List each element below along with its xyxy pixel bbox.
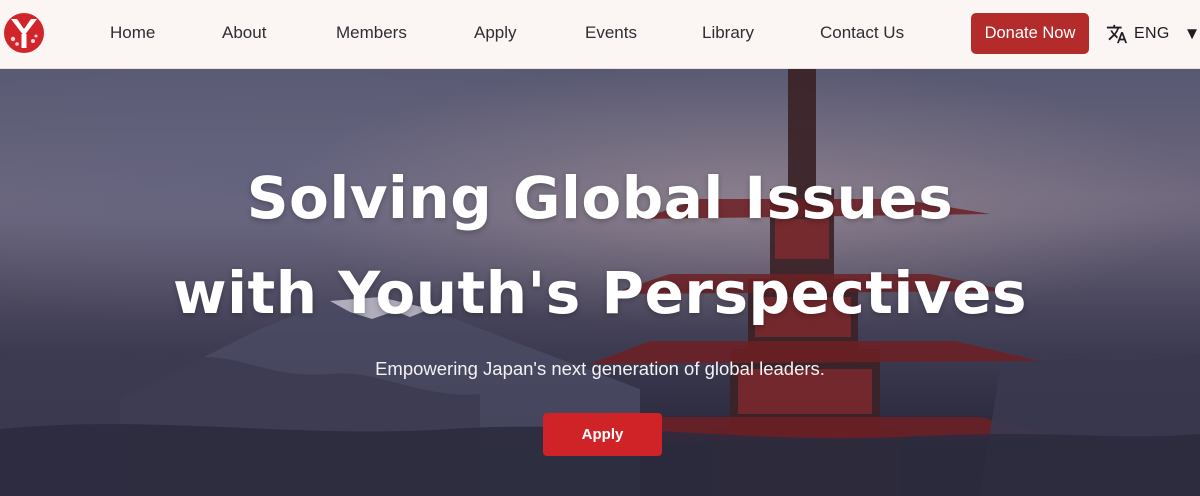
hero-title-line-1: Solving Global Issues <box>246 164 954 232</box>
hero-section: Solving Global Issues with Youth's Persp… <box>0 69 1200 496</box>
nav-apply[interactable]: Apply <box>474 23 517 43</box>
nav-contact-us[interactable]: Contact Us <box>820 23 904 43</box>
nav-events[interactable]: Events <box>585 23 637 43</box>
nav-home[interactable]: Home <box>110 23 155 43</box>
nav-members[interactable]: Members <box>336 23 407 43</box>
donate-now-button[interactable]: Donate Now <box>971 13 1089 54</box>
nav-about[interactable]: About <box>222 23 266 43</box>
nav-library[interactable]: Library <box>702 23 754 43</box>
apply-button[interactable]: Apply <box>543 413 662 456</box>
hero-title-line-2: with Youth's Perspectives <box>173 259 1027 327</box>
top-navbar: Home About Members Apply Events Library … <box>0 0 1200 69</box>
hero-subtitle: Empowering Japan's next generation of gl… <box>375 358 825 379</box>
language-label: ENG <box>1134 25 1170 42</box>
chevron-down-icon: ▼ <box>1183 24 1200 43</box>
translate-icon <box>1106 23 1128 45</box>
hero-content: Solving Global Issues with Youth's Persp… <box>0 69 1200 496</box>
language-selector[interactable]: ENG ▼ <box>1106 20 1200 48</box>
